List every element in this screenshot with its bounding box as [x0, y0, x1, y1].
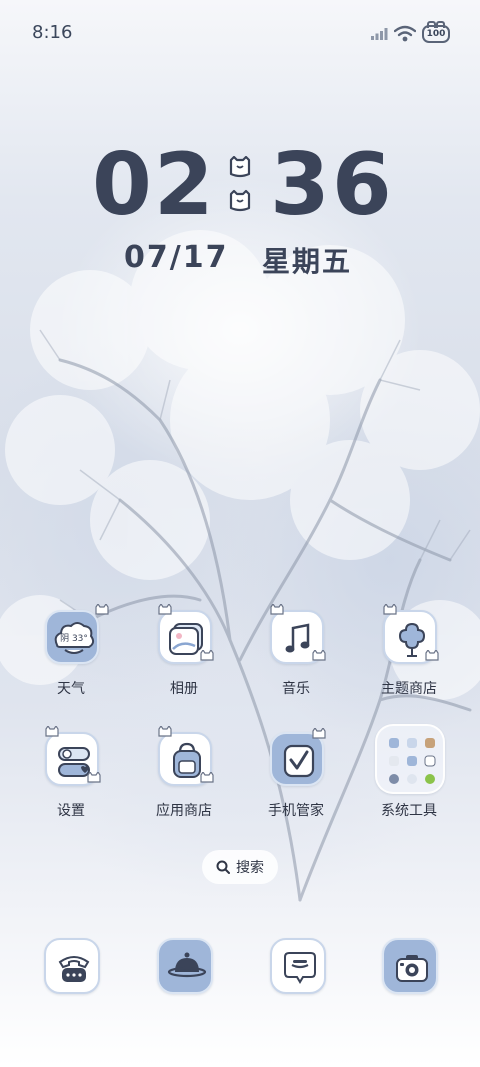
status-time: 8:16 [32, 22, 73, 43]
dock-camera[interactable] [382, 938, 438, 994]
app-label: 系统工具 [381, 803, 437, 819]
weather-cloud-icon: 阴 33° [45, 610, 99, 664]
messages-bubble-icon [284, 952, 316, 984]
clock-minutes: 36 [270, 135, 394, 235]
dock-browser[interactable] [157, 938, 213, 994]
weekday-text: 星期五 [262, 245, 353, 278]
cat-sticker-icon [312, 650, 326, 661]
app-label: 天气 [57, 681, 85, 697]
status-icons: 100 [370, 21, 450, 46]
clock-widget[interactable]: 02 36 [0, 140, 480, 230]
app-label: 相册 [170, 681, 198, 697]
app-music[interactable]: 音乐 [241, 604, 351, 720]
dock-messages[interactable] [270, 938, 326, 994]
app-phone-manager[interactable]: 手机管家 [241, 728, 351, 842]
camera-icon [396, 955, 428, 982]
battery-icon: 100 [422, 21, 450, 43]
cat-sticker-icon [425, 650, 439, 661]
system-tools-folder-icon [375, 724, 445, 794]
dock-phone[interactable] [44, 938, 100, 994]
cat-sticker-icon [200, 650, 214, 661]
cat-sticker-icon [270, 604, 284, 615]
search-icon [216, 860, 230, 874]
phone-manager-check-icon [270, 732, 324, 786]
cat-sticker-icon [383, 604, 397, 615]
app-label: 主题商店 [381, 681, 437, 697]
cat-sticker-icon [95, 604, 109, 615]
cat-sticker-icon [158, 726, 172, 737]
app-app-store[interactable]: 应用商店 [129, 726, 239, 842]
cat-sticker-icon [200, 772, 214, 783]
cat-sticker-icon [45, 726, 59, 737]
app-label: 手机管家 [268, 803, 324, 819]
status-bar: 8:16 100 [0, 0, 480, 68]
cat-sticker-icon [87, 772, 101, 783]
app-label: 音乐 [282, 681, 310, 697]
search-label: 搜索 [236, 860, 264, 876]
weather-badge-text: 阴 33° [60, 633, 88, 644]
cat-sticker-icon [158, 604, 172, 615]
app-label: 设置 [57, 803, 85, 819]
app-system-tools[interactable]: 系统工具 [354, 724, 464, 842]
wifi-icon [394, 25, 416, 42]
clock-hours: 02 [92, 135, 216, 235]
signal-icon [371, 28, 388, 40]
app-label: 应用商店 [156, 803, 212, 819]
app-gallery[interactable]: 相册 [129, 604, 239, 720]
date-row: 07/17 星期五 [0, 240, 480, 280]
app-theme-store[interactable]: 主题商店 [354, 604, 464, 720]
app-settings[interactable]: 设置 [16, 726, 126, 842]
search-button[interactable]: 搜索 [202, 850, 278, 884]
phone-dial-icon [58, 956, 90, 982]
app-weather[interactable]: 阴 33° 天气 [16, 604, 126, 720]
browser-planet-icon [167, 952, 207, 978]
cat-separator-icon [229, 156, 251, 212]
date-text: 07/17 [124, 240, 229, 275]
cat-sticker-icon [312, 728, 326, 739]
